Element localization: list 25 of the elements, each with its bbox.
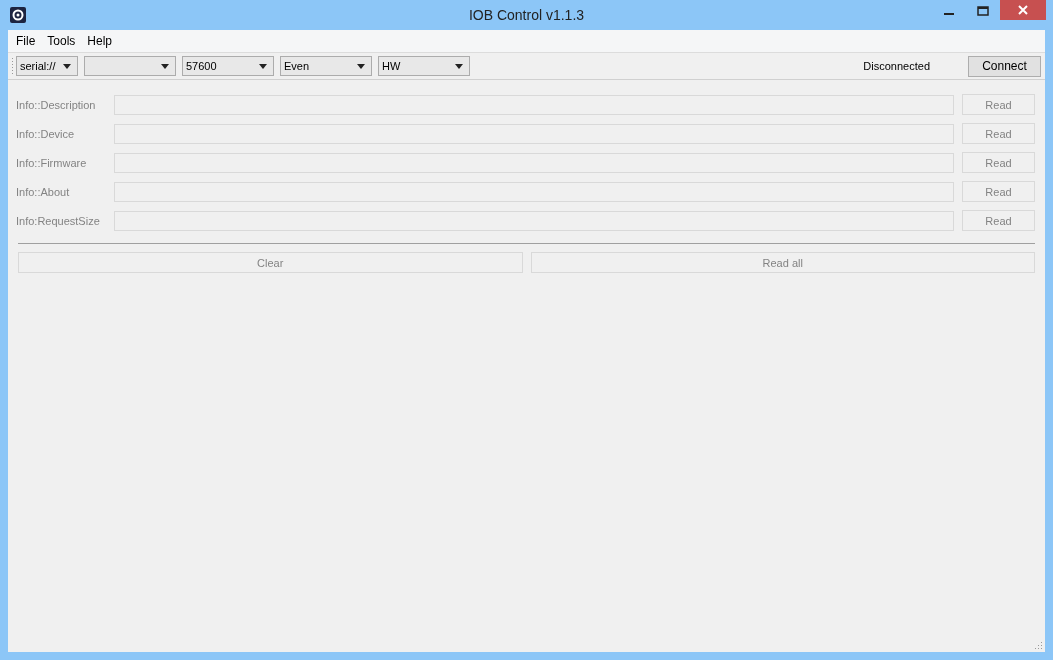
caret-icon bbox=[63, 63, 71, 69]
caret-icon bbox=[357, 63, 365, 69]
field-label: Info::Firmware bbox=[16, 156, 88, 169]
field-label: Info::Device bbox=[16, 127, 76, 140]
field-label: Info::About bbox=[16, 185, 71, 198]
maximize-icon[interactable] bbox=[977, 6, 989, 16]
dropdown[interactable]: serial:// bbox=[16, 56, 78, 76]
connect-button[interactable]: Connect bbox=[968, 55, 1041, 77]
dropdown[interactable]: HW bbox=[378, 56, 470, 76]
caret-icon bbox=[455, 63, 463, 69]
dropdown[interactable] bbox=[84, 56, 176, 76]
close-button[interactable] bbox=[1000, 0, 1046, 20]
dropdown[interactable]: 57600 bbox=[182, 56, 274, 76]
caret-icon bbox=[259, 63, 267, 69]
field-label: Info::Description bbox=[16, 98, 97, 111]
dropdown[interactable]: Even bbox=[280, 56, 372, 76]
caret-icon bbox=[161, 63, 169, 69]
menu-item[interactable]: File bbox=[12, 34, 44, 48]
menu-item[interactable]: Help bbox=[83, 34, 121, 48]
app-icon bbox=[10, 7, 26, 23]
field-label: Info:RequestSize bbox=[16, 214, 101, 227]
close-icon bbox=[1018, 5, 1028, 15]
menu-item[interactable]: Tools bbox=[43, 34, 84, 48]
window-title: IOB Control v1.1.3 bbox=[467, 7, 586, 23]
connection-status: Disconnected bbox=[863, 60, 930, 72]
